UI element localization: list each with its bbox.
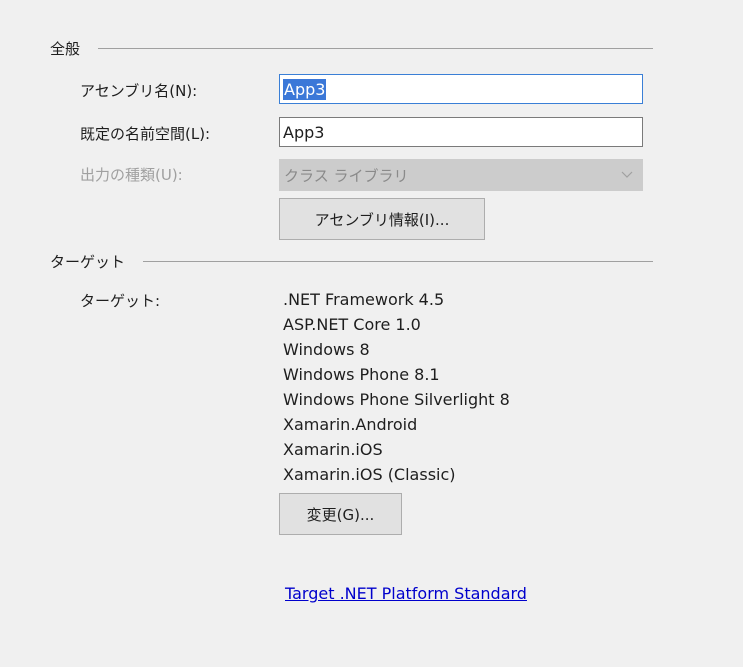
general-section-divider bbox=[98, 48, 653, 49]
chevron-down-icon bbox=[621, 171, 633, 178]
target-platform-item: Windows Phone Silverlight 8 bbox=[283, 390, 510, 409]
assembly-name-input[interactable]: App3 bbox=[279, 74, 643, 104]
output-type-value: クラス ライブラリ bbox=[284, 166, 409, 185]
target-platform-list: .NET Framework 4.5 ASP.NET Core 1.0 Wind… bbox=[283, 287, 510, 487]
assembly-info-button[interactable]: アセンブリ情報(I)... bbox=[279, 198, 485, 240]
target-platform-item: Xamarin.iOS bbox=[283, 440, 383, 459]
assembly-name-label: アセンブリ名(N): bbox=[80, 82, 198, 100]
change-targets-button[interactable]: 変更(G)... bbox=[279, 493, 402, 535]
general-section-header: 全般 bbox=[50, 38, 653, 59]
assembly-name-value: App3 bbox=[283, 78, 327, 100]
target-platform-item: Windows 8 bbox=[283, 340, 370, 359]
target-platform-item: Windows Phone 8.1 bbox=[283, 365, 440, 384]
target-section-header: ターゲット bbox=[50, 251, 653, 272]
output-type-label: 出力の種類(U): bbox=[80, 166, 183, 184]
target-section-title: ターゲット bbox=[50, 253, 126, 271]
target-section-divider bbox=[143, 261, 653, 262]
target-platform-item: ASP.NET Core 1.0 bbox=[283, 315, 421, 334]
targets-label: ターゲット: bbox=[80, 292, 161, 310]
target-platform-item: .NET Framework 4.5 bbox=[283, 290, 445, 309]
default-namespace-label: 既定の名前空間(L): bbox=[80, 125, 211, 143]
general-section-title: 全般 bbox=[50, 40, 81, 58]
default-namespace-input[interactable]: App3 bbox=[279, 117, 643, 147]
target-platform-item: Xamarin.iOS (Classic) bbox=[283, 465, 456, 484]
output-type-select[interactable]: クラス ライブラリ bbox=[279, 159, 643, 191]
target-platform-standard-link[interactable]: Target .NET Platform Standard bbox=[285, 584, 527, 603]
target-platform-item: Xamarin.Android bbox=[283, 415, 418, 434]
default-namespace-value: App3 bbox=[283, 122, 325, 142]
